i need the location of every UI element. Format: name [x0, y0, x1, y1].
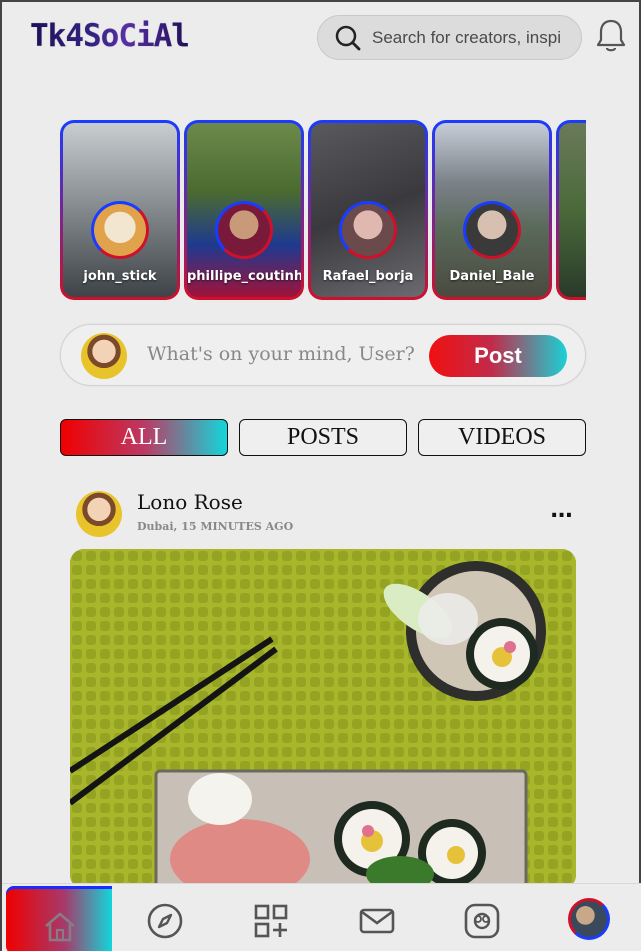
story-card[interactable]: Daniel_Bale: [432, 120, 552, 300]
post-image[interactable]: [70, 549, 576, 889]
story-name: Rafael_borja: [322, 269, 414, 284]
app-logo[interactable]: Tk4SoCiAl: [30, 18, 190, 54]
story-background: john_stick: [63, 123, 177, 297]
home-icon: [45, 912, 75, 942]
bottom-navigation: [2, 883, 641, 951]
story-card[interactable]: Rafael_borja: [308, 120, 428, 300]
tab-posts[interactable]: POSTS: [239, 419, 407, 456]
composer-prompt[interactable]: What's on your mind, User?: [147, 343, 415, 365]
top-bar: Tk4SoCiAl: [2, 2, 641, 82]
story-background: Daniel_Bale: [435, 123, 549, 297]
story-avatar: [91, 201, 149, 259]
story-background: jam: [559, 123, 586, 297]
stories-row[interactable]: john_stick phillipe_coutinho Rafael_borj…: [60, 120, 586, 300]
story-name: john_stick: [83, 269, 157, 284]
mail-icon[interactable]: [358, 902, 396, 940]
post-composer[interactable]: What's on your mind, User? Post: [60, 324, 586, 386]
tab-all[interactable]: ALL: [60, 419, 228, 456]
search-bar[interactable]: [317, 15, 582, 60]
story-name: jam: [559, 269, 586, 284]
post-author-avatar[interactable]: [76, 491, 122, 537]
more-options-icon[interactable]: ...: [550, 500, 573, 522]
story-card[interactable]: john_stick: [60, 120, 180, 300]
story-background: Rafael_borja: [311, 123, 425, 297]
search-icon: [335, 25, 361, 50]
bell-icon[interactable]: [595, 18, 627, 54]
story-card[interactable]: phillipe_coutinho: [184, 120, 304, 300]
nav-home[interactable]: [6, 886, 112, 951]
compass-icon[interactable]: [146, 902, 184, 940]
story-card[interactable]: jam: [556, 120, 586, 300]
post-meta: Dubai, 15 MINUTES AGO: [137, 520, 294, 533]
story-avatar: [215, 201, 273, 259]
instagram-icon[interactable]: [463, 902, 501, 940]
story-name: Daniel_Bale: [449, 269, 535, 284]
post-author[interactable]: Lono Rose: [137, 490, 243, 514]
search-input[interactable]: [372, 27, 562, 48]
post-button[interactable]: Post: [429, 335, 567, 377]
story-background: phillipe_coutinho: [187, 123, 301, 297]
story-avatar: [339, 201, 397, 259]
apps-add-icon[interactable]: [252, 902, 290, 940]
profile-avatar[interactable]: [568, 898, 610, 940]
story-avatar: [463, 201, 521, 259]
story-name: phillipe_coutinho: [187, 269, 301, 284]
feed-tabs: ALL POSTS VIDEOS: [60, 419, 586, 456]
user-avatar[interactable]: [81, 333, 127, 379]
tab-videos[interactable]: VIDEOS: [418, 419, 586, 456]
post-photo: [70, 549, 576, 889]
